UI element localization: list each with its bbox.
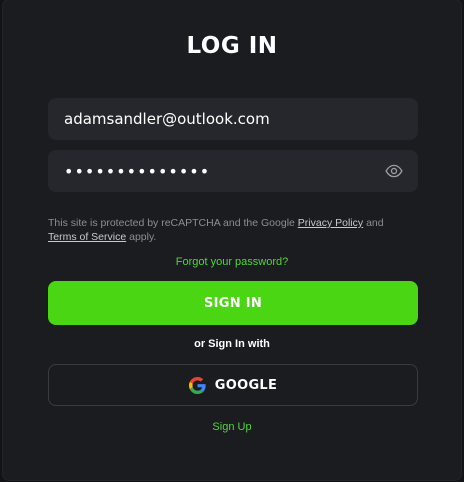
privacy-policy-link[interactable]: Privacy Policy [298,217,363,229]
recaptcha-suffix: apply. [126,231,157,243]
page-title: LOG IN [186,33,278,59]
or-sign-in-with-label: or Sign In with [194,338,270,350]
password-field[interactable] [48,150,418,192]
sign-in-button[interactable]: SIGN IN [48,281,418,325]
recaptcha-prefix: This site is protected by reCAPTCHA and … [48,217,298,229]
forgot-password-link[interactable]: Forgot your password? [0,256,464,268]
password-input[interactable] [64,161,402,181]
email-input[interactable] [64,110,402,128]
recaptcha-middle: and [363,217,384,229]
sign-up-link[interactable]: Sign Up [0,421,464,433]
google-sign-in-button[interactable]: GOOGLE [48,364,418,406]
terms-of-service-link[interactable]: Terms of Service [48,231,126,243]
recaptcha-notice: This site is protected by reCAPTCHA and … [48,216,418,244]
google-icon [188,376,206,394]
email-field[interactable] [48,98,418,140]
eye-icon[interactable] [384,162,404,180]
google-button-label: GOOGLE [214,377,278,393]
